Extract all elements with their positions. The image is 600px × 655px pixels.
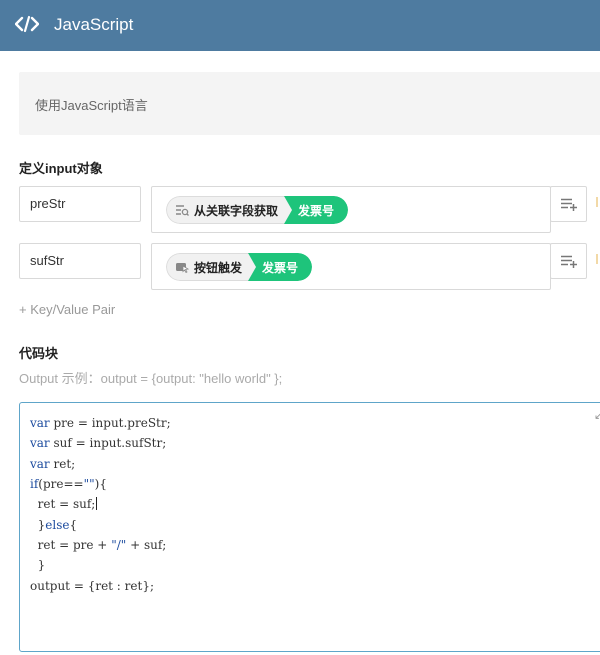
list-add-icon xyxy=(561,255,577,268)
code-line: }else{ xyxy=(30,518,78,532)
code-line: ret = pre + "/" + suf; xyxy=(30,538,167,552)
page-title: JavaScript xyxy=(54,15,134,34)
app-header: JavaScript xyxy=(0,0,600,51)
truncated-edge-mark xyxy=(596,197,600,207)
description-box: 使用JavaScript语言 xyxy=(19,72,600,135)
tag-value: 发票号 xyxy=(248,253,313,281)
pair-key-input[interactable]: sufStr xyxy=(19,243,141,279)
pair-menu-button[interactable] xyxy=(550,243,587,279)
tag-source-label: 按钮触发 xyxy=(194,260,243,275)
code-line: var suf = input.sufStr; xyxy=(30,436,167,450)
tag-source: 从关联字段获取 xyxy=(166,196,297,224)
code-section-label: 代码块 xyxy=(19,346,59,361)
output-example-text: Output 示例：output = {output: "hello world… xyxy=(19,371,283,386)
code-line: } xyxy=(30,558,46,572)
inputs-section-label: 定义input对象 xyxy=(19,161,103,176)
field-tag[interactable]: 按钮触发 发票号 xyxy=(166,253,313,281)
code-line: if(pre==""){ xyxy=(30,477,107,491)
pair-key-value: sufStr xyxy=(30,253,64,268)
tag-source: 按钮触发 xyxy=(166,253,261,281)
add-pair-link[interactable]: + Key/Value Pair xyxy=(19,302,115,317)
truncated-edge-mark xyxy=(596,254,600,264)
pair-menu-button[interactable] xyxy=(550,186,587,222)
list-add-icon xyxy=(561,198,577,211)
resize-icon[interactable]: ↙ xyxy=(594,409,600,422)
text-cursor xyxy=(96,497,98,510)
field-link-icon xyxy=(176,205,189,216)
code-line: output = {ret : ret}; xyxy=(30,579,154,593)
tag-source-label: 从关联字段获取 xyxy=(194,203,279,218)
code-editor[interactable]: ↙ var pre = input.preStr; var suf = inpu… xyxy=(19,402,600,652)
code-line: ret = suf; xyxy=(30,497,98,511)
code-line: var ret; xyxy=(30,457,76,471)
code-line: var pre = input.preStr; xyxy=(30,416,171,430)
field-tag[interactable]: 从关联字段获取 发票号 xyxy=(166,196,349,224)
tag-value: 发票号 xyxy=(284,196,349,224)
pair-value-field[interactable]: 按钮触发 发票号 xyxy=(151,243,551,290)
button-trigger-icon xyxy=(176,263,189,273)
code-icon xyxy=(15,15,39,33)
pair-key-input[interactable]: preStr xyxy=(19,186,141,222)
description-text: 使用JavaScript语言 xyxy=(35,98,148,113)
pair-value-field[interactable]: 从关联字段获取 发票号 xyxy=(151,186,551,233)
pair-key-value: preStr xyxy=(30,196,66,211)
